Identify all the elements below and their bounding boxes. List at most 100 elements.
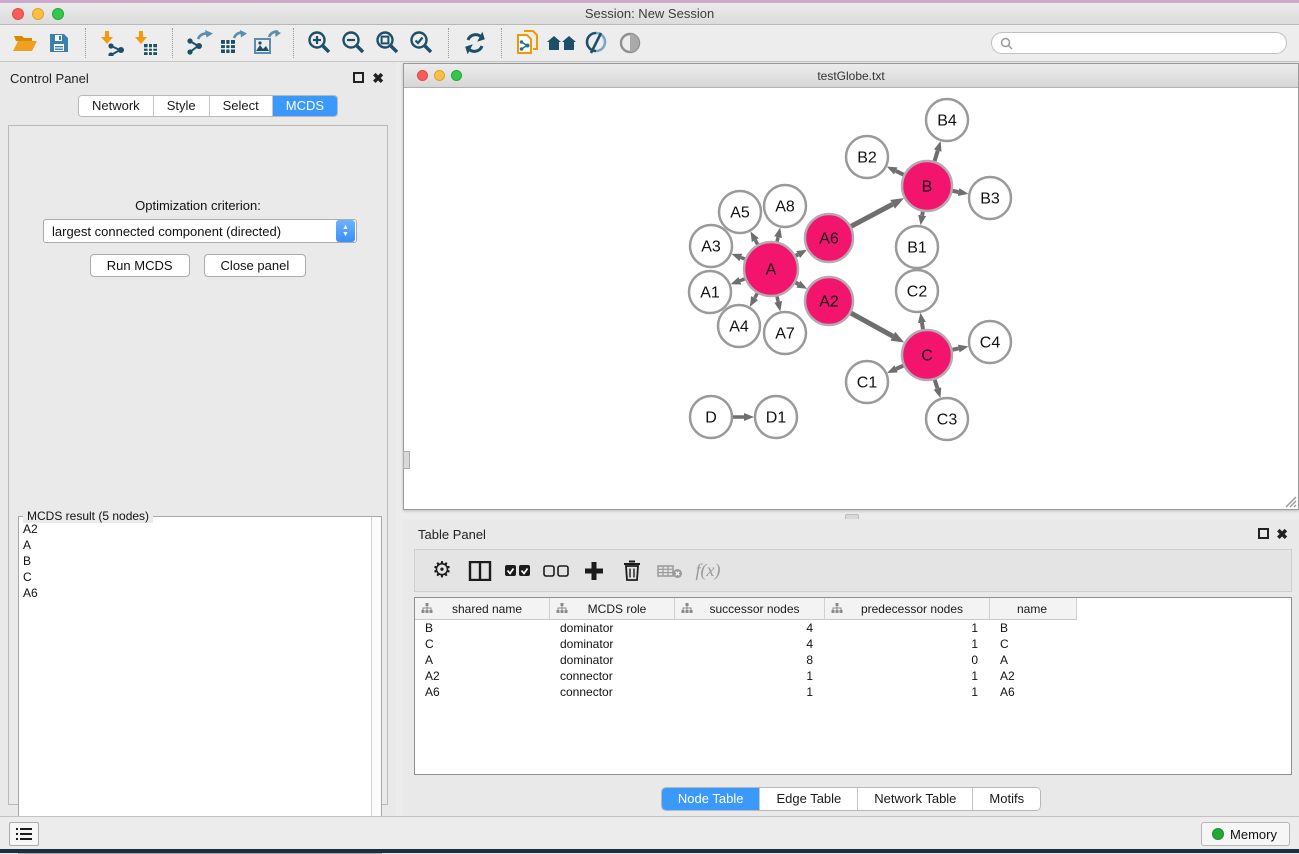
table-settings-button[interactable]: ⚙ — [427, 554, 457, 588]
export-network-button[interactable] — [182, 27, 216, 59]
graph-node-C3[interactable]: C3 — [926, 398, 968, 440]
graph-node-C[interactable]: C — [902, 330, 952, 380]
graph-node-B[interactable]: B — [902, 161, 952, 211]
open-session-button[interactable] — [8, 27, 42, 59]
graph-node-B2[interactable]: B2 — [846, 136, 888, 178]
graph-node-D[interactable]: D — [690, 396, 732, 438]
graph-node-B4[interactable]: B4 — [926, 99, 968, 141]
mcds-result-scrollbar[interactable] — [371, 517, 381, 853]
function-builder-button[interactable]: f(x) — [693, 554, 723, 588]
graph-edge-B-B2[interactable] — [896, 171, 904, 175]
close-table-panel-button[interactable]: ✖ — [1276, 526, 1288, 543]
column-header-MCDS-role[interactable]: MCDS role — [550, 598, 675, 620]
zoom-fit-button[interactable] — [371, 27, 405, 59]
graph-node-A[interactable]: A — [744, 242, 798, 296]
close-panel-button[interactable]: ✖ — [372, 70, 384, 87]
clone-network-button[interactable] — [511, 27, 545, 59]
select-all-rows-button[interactable] — [503, 554, 533, 588]
column-header-successor-nodes[interactable]: successor nodes — [675, 598, 825, 620]
deselect-all-rows-button[interactable] — [541, 554, 571, 588]
mcds-result-item[interactable]: B — [23, 553, 371, 569]
graph-edge-C-C1[interactable] — [896, 366, 903, 369]
close-panel-button-2[interactable]: Close panel — [204, 254, 307, 277]
graph-edge-C-C4[interactable] — [952, 348, 958, 349]
delete-column-button[interactable] — [617, 554, 647, 588]
column-header-shared-name[interactable]: shared name — [415, 598, 550, 620]
graph-edge-B-B1[interactable] — [922, 212, 923, 216]
tab-network[interactable]: Network — [79, 96, 154, 116]
mcds-result-item[interactable]: A2 — [23, 521, 371, 537]
graph-edge-A-A8[interactable] — [777, 237, 778, 241]
graph-node-A1[interactable]: A1 — [689, 271, 731, 313]
graph-node-B3[interactable]: B3 — [969, 177, 1011, 219]
resize-grip-icon[interactable] — [1283, 494, 1297, 508]
tab-network-table[interactable]: Network Table — [858, 788, 973, 810]
export-image-button[interactable] — [250, 27, 284, 59]
graph-edge-A-A5[interactable] — [755, 240, 757, 244]
table-row[interactable]: Cdominator41C — [415, 636, 1291, 652]
graph-edge-A2-C[interactable] — [851, 313, 893, 336]
graph-node-A8[interactable]: A8 — [764, 185, 806, 227]
graph-node-A6[interactable]: A6 — [805, 214, 853, 262]
window-edge-handle[interactable] — [403, 451, 410, 469]
graph-node-D1[interactable]: D1 — [755, 396, 797, 438]
tab-motifs[interactable]: Motifs — [973, 788, 1040, 810]
table-row[interactable]: A2connector11A2 — [415, 668, 1291, 684]
column-header-predecessor-nodes[interactable]: predecessor nodes — [825, 598, 990, 620]
column-visibility-button[interactable] — [465, 554, 495, 588]
mcds-result-item[interactable]: C — [23, 569, 371, 585]
graph-node-A3[interactable]: A3 — [690, 225, 732, 267]
graph-edge-C-C3[interactable] — [935, 380, 938, 389]
graph-edge-C-C2[interactable] — [922, 323, 923, 330]
graph-node-A4[interactable]: A4 — [718, 305, 760, 347]
optimization-criterion-select[interactable]: largest connected component (directed) ▲… — [43, 219, 357, 243]
float-table-panel-button[interactable] — [1258, 528, 1269, 539]
zoom-selected-button[interactable] — [405, 27, 439, 59]
tab-mcds[interactable]: MCDS — [273, 96, 337, 116]
show-graphics-details-button[interactable] — [579, 27, 613, 59]
table-row[interactable]: Adominator80A — [415, 652, 1291, 668]
export-table-button[interactable] — [216, 27, 250, 59]
import-network-button[interactable] — [95, 27, 129, 59]
search-field[interactable] — [991, 32, 1287, 54]
graph-node-C1[interactable]: C1 — [846, 361, 888, 403]
mcds-result-item[interactable]: A6 — [23, 585, 371, 601]
column-header-name[interactable]: name — [990, 598, 1077, 620]
table-row[interactable]: A6connector11A6 — [415, 684, 1291, 700]
zoom-out-button[interactable] — [337, 27, 371, 59]
first-neighbors-button[interactable] — [545, 27, 579, 59]
float-panel-button[interactable] — [353, 72, 364, 83]
tab-select[interactable]: Select — [210, 96, 273, 116]
graph-edge-A-A7[interactable] — [777, 296, 778, 301]
graph-edge-A-A1[interactable] — [740, 279, 745, 281]
zoom-in-button[interactable] — [303, 27, 337, 59]
add-column-button[interactable] — [579, 554, 609, 588]
apply-layout-button[interactable] — [458, 27, 492, 59]
tab-style[interactable]: Style — [154, 96, 210, 116]
graph-edge-A-A2[interactable] — [796, 283, 799, 285]
table-row[interactable]: Bdominator41B — [415, 620, 1291, 636]
graph-node-A5[interactable]: A5 — [719, 191, 761, 233]
search-input[interactable] — [1018, 36, 1278, 50]
graph-edge-B-B4[interactable] — [935, 151, 938, 161]
mcds-result-item[interactable]: A — [23, 537, 371, 553]
run-mcds-button[interactable]: Run MCDS — [90, 254, 190, 277]
graph-edge-A-A3[interactable] — [741, 257, 745, 259]
task-history-button[interactable] — [9, 822, 39, 846]
delete-table-button[interactable] — [655, 554, 685, 588]
graph-edge-B-B3[interactable] — [953, 191, 959, 192]
graph-node-C4[interactable]: C4 — [969, 321, 1011, 363]
graph-edge-A-A4[interactable] — [755, 293, 758, 298]
graph-node-A7[interactable]: A7 — [764, 312, 806, 354]
graph-node-C2[interactable]: C2 — [896, 270, 938, 312]
graph-edge-A6-B[interactable] — [851, 204, 892, 226]
graph-node-A2[interactable]: A2 — [805, 277, 853, 325]
import-table-button[interactable] — [129, 27, 163, 59]
tab-node-table[interactable]: Node Table — [662, 788, 761, 810]
network-canvas[interactable]: B4 B2 B B3 A5A8A6 A3 B1 A A1 C2 A2 A4A7 C4 C C1 D D1 C3 — [404, 88, 1298, 509]
memory-button[interactable]: Memory — [1201, 822, 1290, 846]
graph-node-B1[interactable]: B1 — [896, 226, 938, 268]
tab-edge-table[interactable]: Edge Table — [760, 788, 858, 810]
graph-edge-A-A6[interactable] — [796, 254, 798, 255]
hide-selected-button[interactable] — [613, 27, 647, 59]
